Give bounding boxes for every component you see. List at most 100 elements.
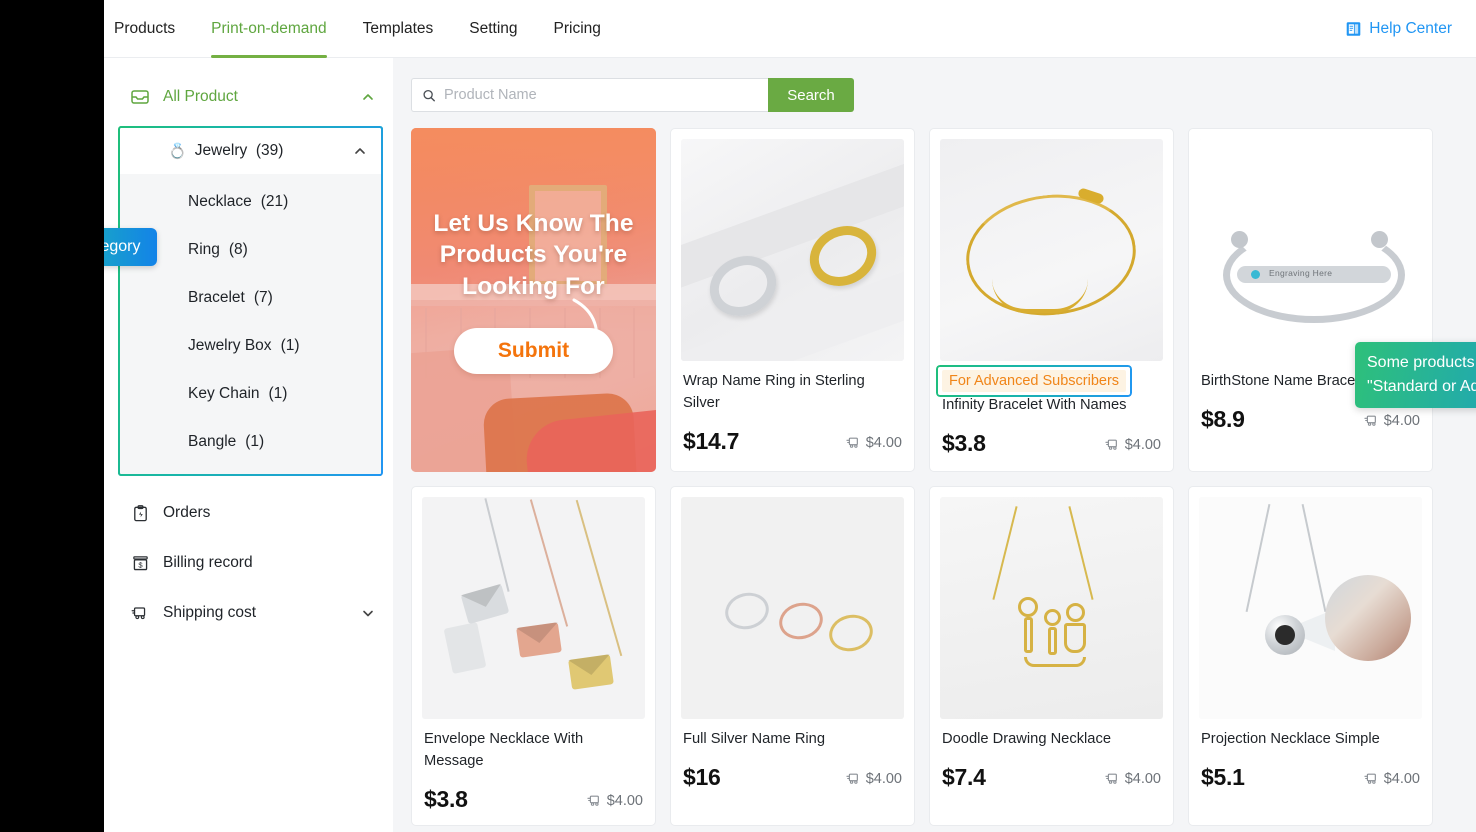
shipping-amount: $4.00 <box>865 770 902 787</box>
truck-icon <box>1364 415 1376 426</box>
banner-submit-button[interactable]: Submit <box>453 328 614 375</box>
product-shipping: $4.00 <box>1104 771 1161 787</box>
bangle-label: Bangle <box>188 433 237 450</box>
sidebar-item-billing-record[interactable]: $ Billing record <box>104 538 393 588</box>
product-card[interactable]: Envelope Necklace With Message $3.8 $4.0… <box>411 486 656 827</box>
product-card-body: For Advanced Subscribers Infinity Bracel… <box>930 361 1173 469</box>
product-title: Doodle Drawing Necklace <box>942 731 1111 747</box>
ring-icon: 💍 <box>168 143 187 160</box>
chevron-down-icon[interactable] <box>361 606 375 620</box>
tab-setting[interactable]: Setting <box>469 0 517 58</box>
screenshot-root: Products Print-on-demand Templates Setti… <box>0 0 1476 832</box>
sidebar-item-shipping-cost[interactable]: Shipping cost <box>104 588 393 638</box>
product-price-row: $14.7 $4.00 <box>683 428 902 455</box>
application-window: Products Print-on-demand Templates Setti… <box>104 0 1476 832</box>
product-price: $3.8 <box>424 786 468 813</box>
product-card[interactable]: Doodle Drawing Necklace $7.4 $4.00 <box>929 486 1174 827</box>
search-input-wrapper[interactable] <box>411 78 768 112</box>
sidebar-item-all-product[interactable]: All Product <box>104 72 393 122</box>
product-card[interactable]: For Advanced Subscribers Infinity Bracel… <box>929 128 1174 472</box>
product-price: $3.8 <box>942 430 986 457</box>
product-shipping: $4.00 <box>1363 413 1420 429</box>
product-card-body: Wrap Name Ring in Sterling Silver $14.7 <box>671 361 914 467</box>
tab-products[interactable]: Products <box>114 0 175 58</box>
truck-icon <box>587 795 599 806</box>
shipping-amount: $4.00 <box>1124 436 1161 453</box>
product-card-body: Envelope Necklace With Message $3.8 $4.0… <box>412 719 655 825</box>
help-center-link[interactable]: Help Center <box>1345 20 1452 38</box>
sidebar-item-jewelry-box[interactable]: Jewelry Box (1) <box>120 322 381 370</box>
subscription-tooltip: Some products can only be added to "Stan… <box>1355 342 1476 408</box>
chevron-up-icon[interactable] <box>361 90 375 104</box>
promo-banner-card[interactable]: Let Us Know The Products You're Looking … <box>411 128 656 472</box>
product-price-row: $7.4 $4.00 <box>942 764 1161 791</box>
main-content: Search <box>393 58 1476 832</box>
clipboard-icon <box>130 503 150 523</box>
shipping-amount: $4.00 <box>606 792 643 809</box>
product-title: Projection Necklace Simple <box>1201 731 1380 747</box>
product-title: Full Silver Name Ring <box>683 731 826 747</box>
product-price-row: $5.1 $4.00 <box>1201 764 1420 791</box>
product-card[interactable]: Wrap Name Ring in Sterling Silver $14.7 <box>670 128 915 472</box>
product-title: Envelope Necklace With Message <box>424 731 584 770</box>
product-price-row: $3.8 $4.00 <box>942 430 1161 457</box>
truck-icon <box>846 437 858 448</box>
product-image <box>940 139 1163 361</box>
left-black-gutter <box>0 0 104 832</box>
search-button[interactable]: Search <box>768 78 854 112</box>
product-price-row: $3.8 $4.00 <box>424 786 643 813</box>
product-shipping: $4.00 <box>845 771 902 787</box>
sidebar-item-jewelry[interactable]: 💍 Jewelry (39) <box>120 128 381 174</box>
product-card[interactable]: Engraving Here BirthStone Name Bracelet … <box>1188 128 1433 472</box>
banner-title: Let Us Know The Products You're Looking … <box>433 209 634 300</box>
product-price-row: $8.9 $4.00 <box>1201 406 1420 433</box>
shipping-amount: $4.00 <box>1124 770 1161 787</box>
svg-text:$: $ <box>138 560 143 569</box>
product-card[interactable]: Full Silver Name Ring $16 $4.00 <box>670 486 915 827</box>
orders-label: Orders <box>163 504 211 521</box>
billing-icon: $ <box>130 553 150 573</box>
sidebar-item-ring[interactable]: Ring (8) <box>120 226 381 274</box>
sidebar-item-key-chain[interactable]: Key Chain (1) <box>120 370 381 418</box>
bangle-count: (1) <box>245 433 265 450</box>
product-shipping: $4.00 <box>586 793 643 809</box>
sidebar-item-orders[interactable]: Orders <box>104 488 393 538</box>
product-card[interactable]: Projection Necklace Simple $5.1 $4.00 <box>1188 486 1433 827</box>
truck-icon <box>1105 439 1117 450</box>
tab-templates[interactable]: Templates <box>363 0 434 58</box>
product-card-body: Full Silver Name Ring $16 $4.00 <box>671 719 914 803</box>
product-title: Wrap Name Ring in Sterling Silver <box>683 373 865 412</box>
search-input[interactable] <box>444 87 758 103</box>
ring-label: Ring <box>188 241 220 258</box>
top-navigation-bar: Products Print-on-demand Templates Setti… <box>104 0 1476 58</box>
sidebar-item-necklace[interactable]: Necklace (21) <box>120 178 381 226</box>
product-price-row: $16 $4.00 <box>683 764 902 791</box>
chevron-up-icon[interactable] <box>353 144 367 158</box>
product-card-body: Doodle Drawing Necklace $7.4 $4.00 <box>930 719 1173 803</box>
jewelry-subcategory-list: Necklace (21) Ring (8) Bracelet (7) Jewe… <box>120 174 381 474</box>
ring-count: (8) <box>228 241 248 258</box>
truck-icon <box>130 603 150 623</box>
banner-overlay: Let Us Know The Products You're Looking … <box>411 128 656 472</box>
sidebar: All Product 💍 Jewelry (39) Necklace (21)… <box>104 58 393 832</box>
billing-record-label: Billing record <box>163 554 253 571</box>
book-icon <box>1346 21 1361 36</box>
shipping-amount: $4.00 <box>1383 412 1420 429</box>
jewelry-label: Jewelry (39) <box>195 142 345 160</box>
jewelry-count: (39) <box>255 142 284 159</box>
product-title: Infinity Bracelet With Names <box>942 397 1127 413</box>
sidebar-item-bracelet[interactable]: Bracelet (7) <box>120 274 381 322</box>
product-price: $14.7 <box>683 428 740 455</box>
product-image <box>681 139 904 361</box>
tab-pricing[interactable]: Pricing <box>554 0 601 58</box>
shipping-amount: $4.00 <box>1383 770 1420 787</box>
tab-print-on-demand[interactable]: Print-on-demand <box>211 0 328 58</box>
help-center-label: Help Center <box>1369 19 1452 37</box>
product-image <box>681 497 904 719</box>
engraving-placeholder-text: Engraving Here <box>1269 268 1333 278</box>
sidebar-item-bangle[interactable]: Bangle (1) <box>120 418 381 466</box>
search-bar: Search <box>411 78 1448 112</box>
product-shipping: $4.00 <box>845 435 902 451</box>
jewelry-box-label: Jewelry Box <box>188 337 272 354</box>
product-price: $8.9 <box>1201 406 1245 433</box>
